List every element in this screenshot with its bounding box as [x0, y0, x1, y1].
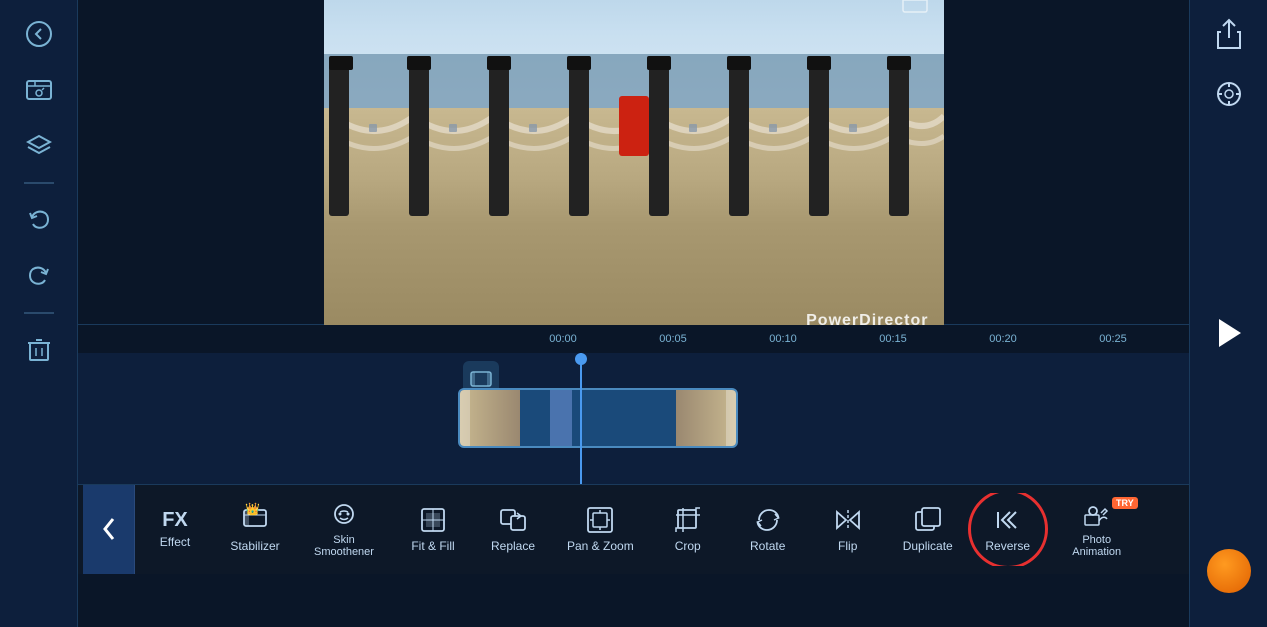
toolbar-item-photo-animation[interactable]: TRY PhotoAnimation	[1048, 493, 1146, 566]
toolbar-item-fx[interactable]: FX Effect	[135, 502, 215, 557]
crown-badge: 👑	[245, 502, 260, 516]
toolbar-item-rotate[interactable]: Rotate	[728, 498, 808, 561]
toolbar-item-fit-fill[interactable]: Fit & Fill	[393, 498, 473, 561]
rotate-icon	[754, 506, 782, 534]
fx-label: Effect	[160, 535, 190, 549]
toolbar-item-crop[interactable]: Crop	[648, 498, 728, 561]
pan-zoom-label: Pan & Zoom	[567, 539, 634, 553]
layers-icon[interactable]	[15, 122, 63, 170]
clip-middle	[520, 390, 676, 446]
try-badge: TRY	[1112, 497, 1138, 509]
ruler-marks: 00:00 00:05 00:10 00:15 00:20 00:25	[508, 333, 1168, 345]
play-button[interactable]	[1205, 309, 1253, 357]
reverse-label: Reverse	[985, 539, 1030, 553]
fit-fill-label: Fit & Fill	[411, 539, 454, 553]
pan-zoom-icon	[586, 506, 614, 534]
toolbar-item-reverse[interactable]: Reverse	[968, 498, 1048, 561]
orange-dot-indicator	[1207, 549, 1251, 593]
clip-handle-left[interactable]	[460, 390, 470, 446]
help-settings-icon[interactable]	[1205, 70, 1253, 118]
timeline-area: 00:00 00:05 00:10 00:15 00:20 00:25	[78, 324, 1189, 484]
video-area: PowerDirector	[78, 0, 1189, 324]
skin-smoothener-label: SkinSmoothener	[309, 534, 379, 558]
redo-icon[interactable]	[15, 252, 63, 300]
crop-label: Crop	[675, 539, 701, 553]
replace-icon	[499, 506, 527, 534]
toolbar-item-stabilizer[interactable]: 👑 Stabilizer	[215, 498, 295, 561]
toolbar-back-button[interactable]	[83, 484, 135, 574]
back-nav-icon[interactable]	[15, 10, 63, 58]
fx-icon: FX	[162, 510, 188, 530]
ruler-mark-1: 00:05	[618, 333, 728, 345]
video-preview: PowerDirector	[324, 0, 944, 342]
fit-fill-icon	[419, 506, 447, 534]
timeline-ruler: 00:00 00:05 00:10 00:15 00:20 00:25	[78, 325, 1189, 353]
video-clip[interactable]	[458, 388, 738, 448]
media-music-icon[interactable]	[15, 66, 63, 114]
toolbar-item-duplicate[interactable]: Duplicate	[888, 498, 968, 561]
bottom-toolbar: FX Effect 👑 Stabilizer	[78, 484, 1189, 574]
clip-icon	[901, 0, 929, 21]
reverse-icon	[994, 506, 1022, 534]
crop-icon	[674, 506, 702, 534]
duplicate-label: Duplicate	[903, 539, 953, 553]
sidebar-divider-1	[24, 182, 54, 184]
flip-icon	[834, 506, 862, 534]
rotate-label: Rotate	[750, 539, 785, 553]
main-content: PowerDirector 00:00 00:05 00:10 00:15 0	[78, 0, 1189, 627]
playhead[interactable]	[580, 353, 582, 484]
undo-icon[interactable]	[15, 196, 63, 244]
toolbar-item-pan-zoom[interactable]: Pan & Zoom	[553, 498, 648, 561]
delete-icon[interactable]	[15, 326, 63, 374]
ruler-mark-3: 00:15	[838, 333, 948, 345]
replace-label: Replace	[491, 539, 535, 553]
stabilizer-label: Stabilizer	[230, 539, 279, 553]
flip-label: Flip	[838, 539, 857, 553]
bottom-area: 00:00 00:05 00:10 00:15 00:20 00:25	[78, 324, 1189, 627]
timeline-tracks	[78, 353, 1189, 484]
sidebar-divider-2	[24, 312, 54, 314]
photo-animation-icon	[1083, 501, 1111, 529]
clip-handle-right[interactable]	[726, 390, 736, 446]
orange-record-dot[interactable]	[1205, 547, 1253, 595]
share-icon[interactable]	[1205, 10, 1253, 58]
toolbar-item-flip[interactable]: Flip	[808, 498, 888, 561]
duplicate-icon	[914, 506, 942, 534]
ruler-mark-2: 00:10	[728, 333, 838, 345]
right-sidebar	[1189, 0, 1267, 627]
toolbar-item-skin-smoothener[interactable]: SkinSmoothener	[295, 493, 393, 566]
ruler-mark-0: 00:00	[508, 333, 618, 345]
ruler-mark-5: 00:25	[1058, 333, 1168, 345]
toolbar-item-replace[interactable]: Replace	[473, 498, 553, 561]
skin-smoothener-icon	[330, 501, 358, 529]
photo-animation-label: PhotoAnimation	[1062, 534, 1132, 558]
left-sidebar	[0, 0, 78, 627]
ruler-mark-4: 00:20	[948, 333, 1058, 345]
toolbar-items: FX Effect 👑 Stabilizer	[135, 493, 1146, 566]
